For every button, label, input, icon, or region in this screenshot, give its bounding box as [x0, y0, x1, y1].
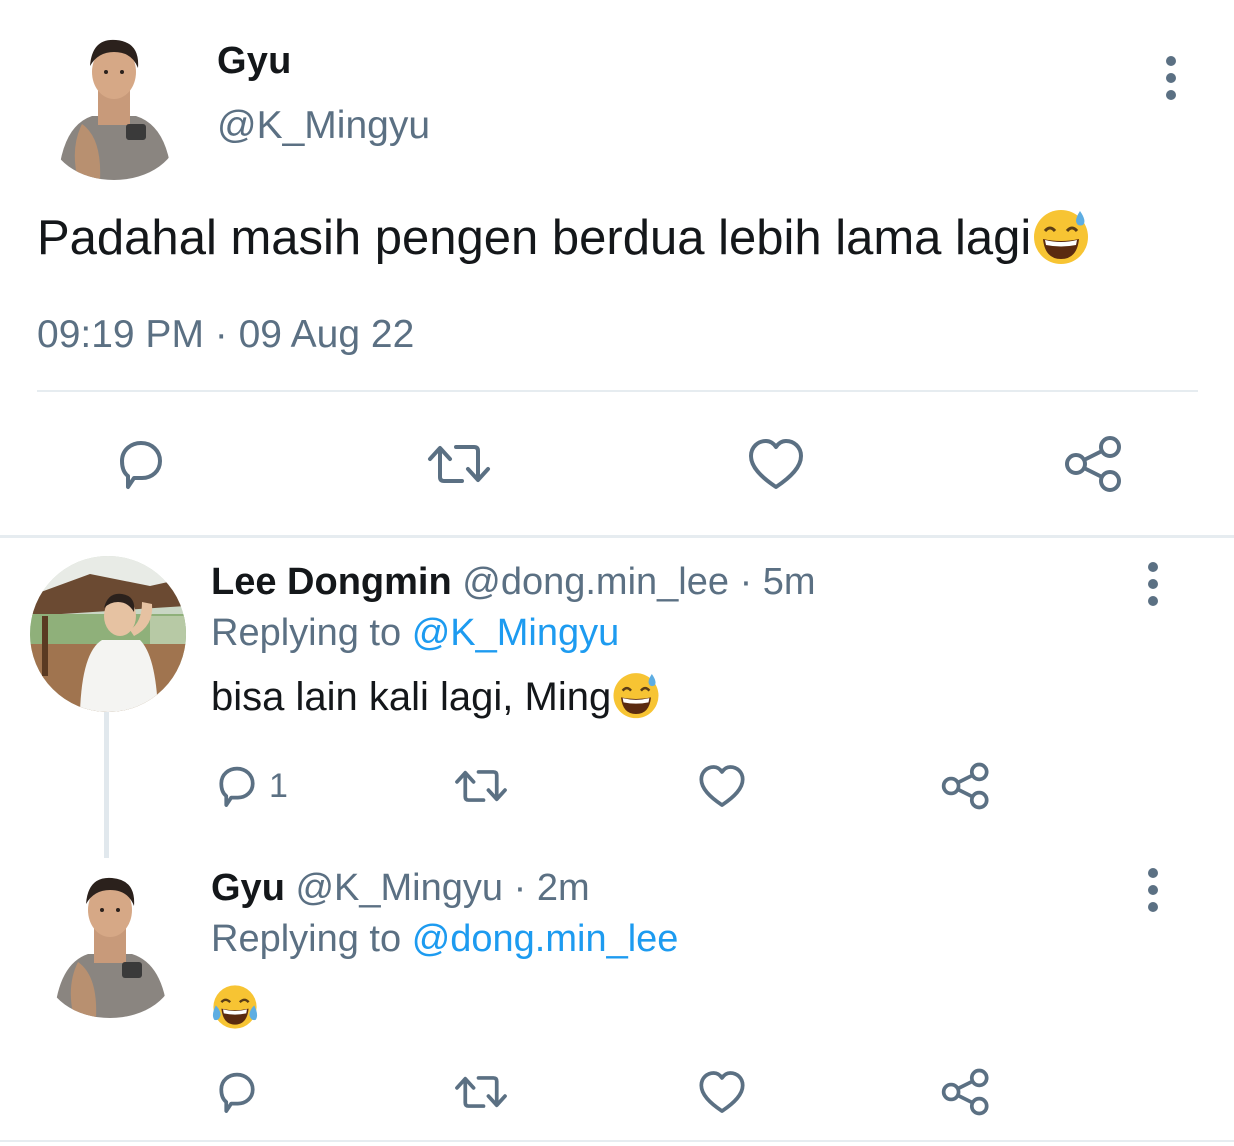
tweet-author-name[interactable]: Gyu [217, 40, 292, 83]
avatar-gyu[interactable] [44, 866, 176, 1018]
section-divider [0, 535, 1234, 538]
separator-dot: · [513, 867, 527, 909]
reply-time: 2m [536, 867, 590, 909]
share-button[interactable] [941, 1068, 991, 1116]
reply-more-options-icon[interactable] [1143, 868, 1163, 912]
replying-to-mention-link[interactable]: @dong.min_lee [412, 918, 679, 960]
share-icon [941, 762, 989, 810]
replying-to-label: Replying to [211, 612, 402, 654]
tweet-timestamp[interactable]: 09:19 PM · 09 Aug 22 [37, 313, 414, 357]
face-with-tears-of-joy-icon [212, 985, 258, 1030]
retweet-icon [455, 1076, 507, 1108]
reply-button[interactable] [213, 1068, 261, 1116]
share-icon [1065, 436, 1121, 492]
reply-icon [219, 766, 255, 807]
reply-header: Gyu @K_Mingyu · 2m [211, 867, 590, 910]
reply-icon [219, 1072, 255, 1113]
reply-button[interactable] [112, 435, 170, 493]
replying-to-label: Replying to [211, 918, 402, 960]
retweet-icon [428, 445, 490, 483]
tweet-author-handle[interactable]: @K_Mingyu [217, 104, 430, 148]
grinning-face-with-sweat-icon [1034, 210, 1089, 265]
replying-to-line: Replying to @dong.min_lee [211, 918, 678, 961]
reply-count: 1 [269, 766, 288, 805]
tweet-text: Padahal masih pengen berdua lebih lama l… [37, 210, 1091, 266]
bottom-divider [0, 1140, 1234, 1142]
retweet-button[interactable] [453, 1068, 509, 1116]
reply-button[interactable]: 1 [213, 762, 288, 810]
tweet-more-options-icon[interactable] [1161, 56, 1181, 100]
share-icon [941, 1068, 989, 1116]
reply-text [211, 983, 259, 1031]
replying-to-mention-link[interactable]: @K_Mingyu [412, 612, 620, 654]
heart-icon [699, 765, 745, 807]
reply-header: Lee Dongmin @dong.min_lee · 5m [211, 561, 816, 604]
heart-icon [749, 439, 803, 489]
divider [37, 390, 1198, 392]
reply-author-handle[interactable]: @dong.min_lee [462, 561, 729, 603]
like-button[interactable] [698, 1068, 746, 1116]
reply-time: 5m [762, 561, 816, 603]
reply-author-name[interactable]: Lee Dongmin [211, 561, 452, 603]
avatar-gyu[interactable] [48, 28, 180, 180]
share-button[interactable] [1064, 435, 1124, 493]
reply-text: bisa lain kali lagi, Ming [211, 673, 661, 720]
reply-author-name[interactable]: Gyu [211, 867, 285, 909]
separator-dot: · [739, 561, 753, 603]
reply-author-handle[interactable]: @K_Mingyu [295, 867, 503, 909]
like-button[interactable] [747, 435, 805, 493]
reply-icon [120, 441, 162, 489]
retweet-icon [455, 770, 507, 802]
reply-more-options-icon[interactable] [1143, 562, 1163, 606]
tweet-text-body: Padahal masih pengen berdua lebih lama l… [37, 211, 1032, 265]
avatar-lee-dongmin[interactable] [30, 556, 186, 712]
replying-to-line: Replying to @K_Mingyu [211, 612, 619, 655]
share-button[interactable] [941, 762, 991, 810]
retweet-button[interactable] [426, 435, 492, 493]
thread-connector-line [104, 712, 109, 858]
reply-text-body: bisa lain kali lagi, Ming [211, 675, 612, 719]
retweet-button[interactable] [453, 762, 509, 810]
heart-icon [699, 1071, 745, 1113]
like-button[interactable] [698, 762, 746, 810]
grinning-face-with-sweat-icon [613, 673, 659, 719]
